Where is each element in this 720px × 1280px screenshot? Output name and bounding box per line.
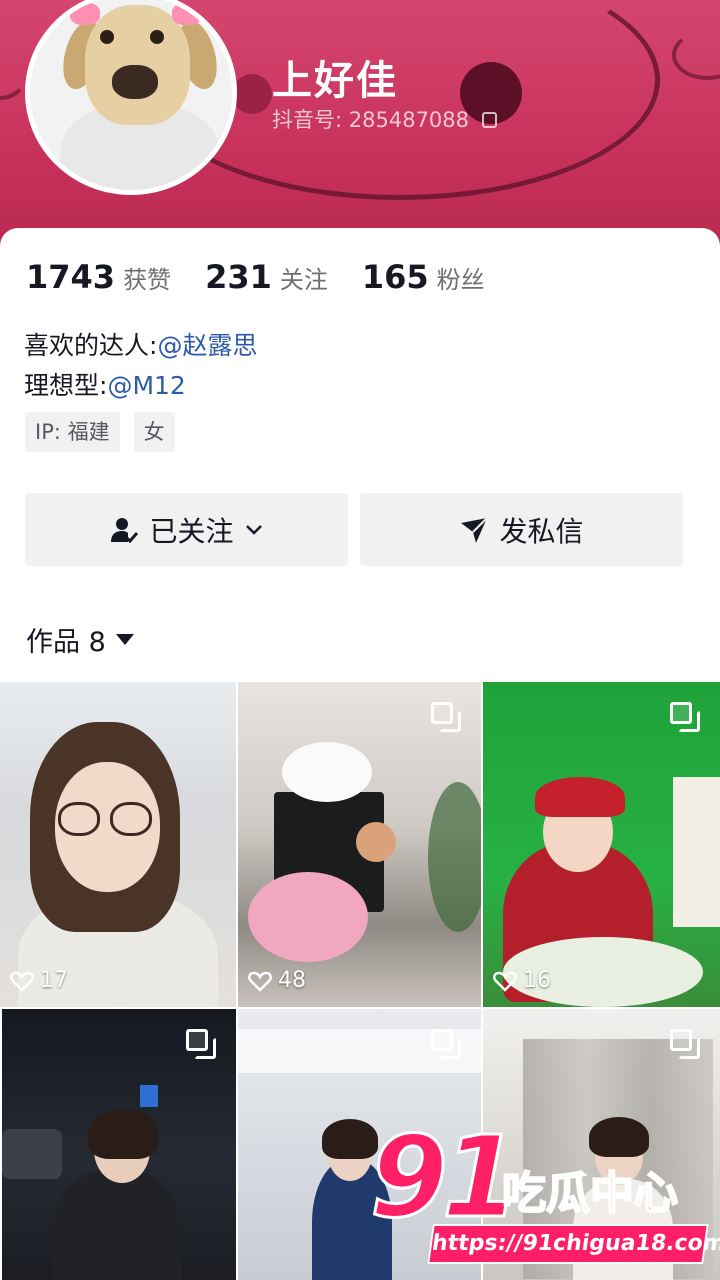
avatar[interactable] — [25, 0, 237, 195]
user-check-icon — [111, 517, 139, 543]
profile-banner: 上好佳 抖音号: 285487088 — [0, 0, 720, 250]
multi-image-icon — [431, 1029, 461, 1059]
stat-label: 粉丝 — [436, 266, 485, 294]
watermark-url: https://91chigua18.com — [427, 1224, 720, 1264]
bio-prefix: 喜欢的达人: — [24, 331, 158, 360]
like-count: 16 — [493, 968, 551, 993]
banner-decoration — [672, 30, 720, 80]
banner-decoration — [232, 74, 272, 114]
multi-image-icon — [186, 1029, 216, 1059]
ip-tag: IP: 福建 — [25, 412, 120, 452]
works-count: 8 — [88, 627, 106, 658]
profile-name: 上好佳 — [272, 58, 398, 104]
stat-label: 获赞 — [123, 266, 172, 294]
video-tile[interactable]: 48 — [236, 682, 481, 1007]
works-tab[interactable]: 作品 8 — [26, 620, 134, 659]
stat-label: 关注 — [279, 266, 328, 294]
like-value: 16 — [523, 968, 551, 993]
bio-prefix: 理想型: — [24, 371, 108, 400]
bio: 喜欢的达人:@赵露思 理想型:@M12 — [24, 326, 257, 406]
stat-likes[interactable]: 1743 获赞 — [26, 258, 171, 296]
bio-line: 喜欢的达人:@赵露思 — [24, 326, 257, 366]
watermark-text: 吃瓜中心 — [501, 1168, 679, 1219]
following-button[interactable]: 已关注 — [25, 493, 348, 566]
stat-following[interactable]: 231 关注 — [205, 258, 328, 296]
watermark-number: 91 — [369, 1113, 522, 1243]
multi-image-icon — [670, 1029, 700, 1059]
video-tile[interactable]: 17 — [0, 682, 236, 1007]
heart-icon — [10, 971, 34, 992]
douyin-id-label: 抖音号: — [272, 108, 343, 132]
douyin-id-value: 285487088 — [348, 108, 470, 132]
stat-followers[interactable]: 165 粉丝 — [362, 258, 485, 296]
like-value: 48 — [278, 968, 306, 993]
multi-image-icon — [431, 702, 461, 732]
profile-tags: IP: 福建 女 — [25, 412, 175, 452]
mention-link[interactable]: @M12 — [107, 371, 185, 400]
caret-down-icon — [115, 634, 134, 645]
video-tile[interactable] — [0, 1009, 236, 1280]
like-count: 17 — [10, 968, 68, 993]
chevron-down-icon — [245, 524, 262, 535]
bio-line: 理想型:@M12 — [24, 366, 257, 406]
stat-value: 231 — [205, 258, 272, 296]
like-value: 17 — [40, 968, 68, 993]
copy-icon[interactable] — [481, 112, 497, 128]
message-button[interactable]: 发私信 — [360, 493, 683, 566]
like-count: 48 — [248, 968, 306, 993]
works-label: 作品 — [26, 627, 80, 658]
video-tile[interactable]: 16 — [481, 682, 720, 1007]
message-label: 发私信 — [499, 514, 584, 548]
following-label: 已关注 — [149, 514, 234, 548]
douyin-id[interactable]: 抖音号: 285487088 — [272, 104, 497, 134]
multi-image-icon — [670, 702, 700, 732]
heart-icon — [493, 971, 517, 992]
send-icon — [461, 516, 489, 543]
mention-link[interactable]: @赵露思 — [157, 331, 257, 360]
stats-row: 1743 获赞 231 关注 165 粉丝 — [26, 258, 485, 296]
gender-tag: 女 — [133, 412, 175, 452]
stat-value: 165 — [361, 258, 429, 296]
stat-value: 1743 — [26, 258, 116, 296]
heart-icon — [248, 971, 272, 992]
